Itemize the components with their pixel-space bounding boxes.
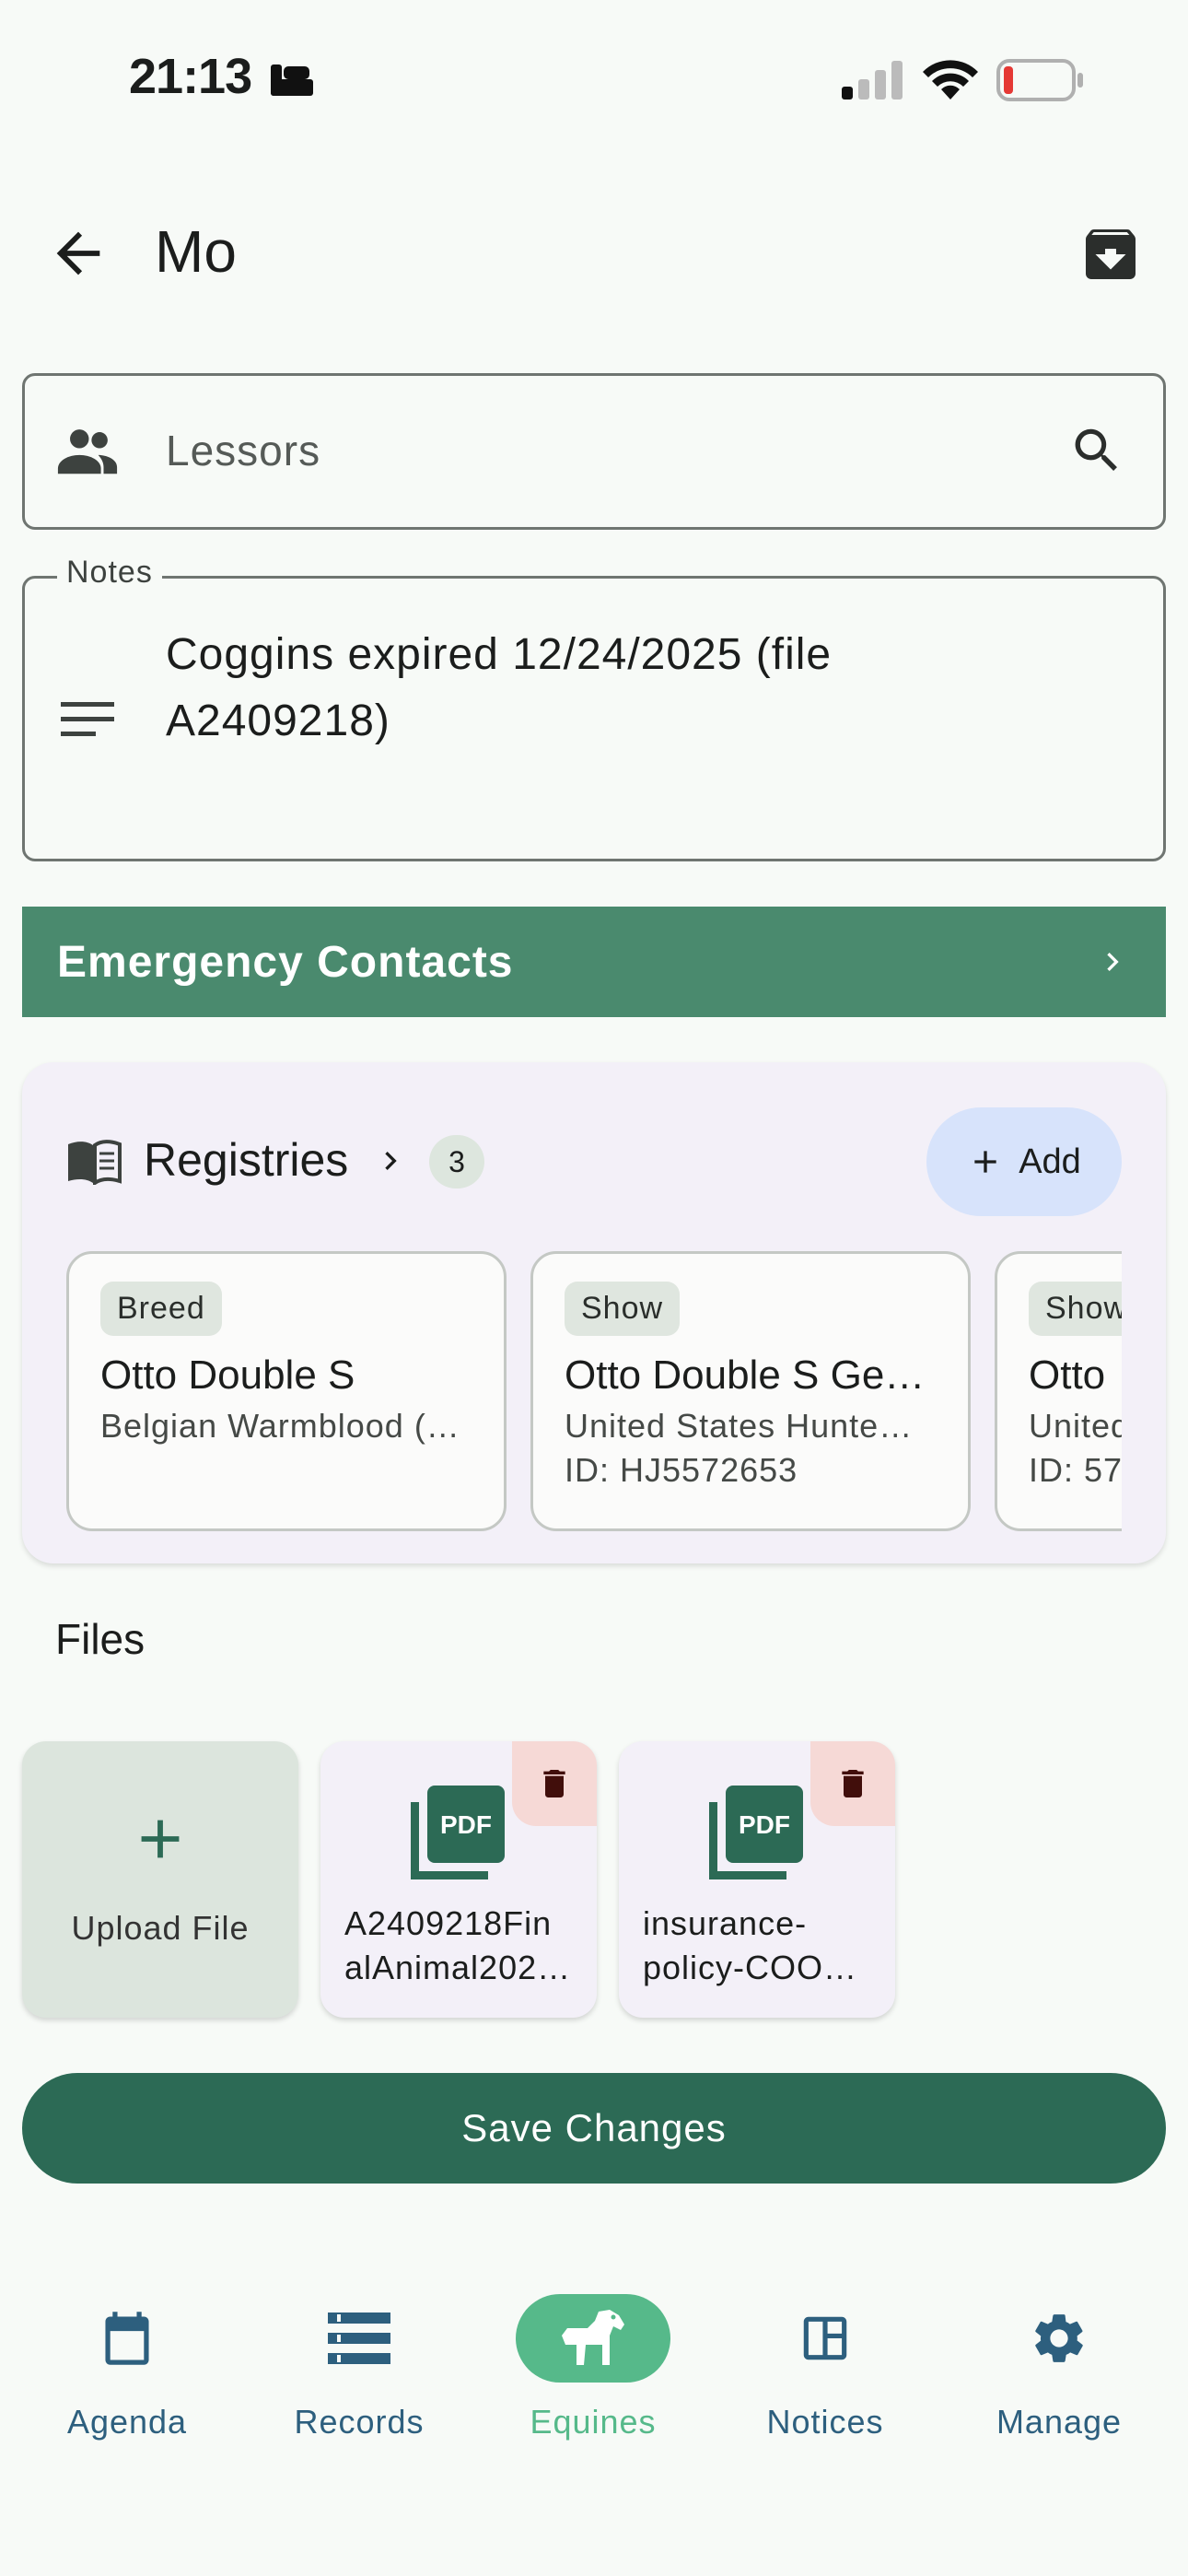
chevron-right-icon: [1107, 953, 1119, 971]
nav-item-agenda[interactable]: Agenda: [17, 2294, 238, 2441]
registries-title[interactable]: Registries: [144, 1133, 348, 1187]
trash-icon: [543, 1770, 565, 1797]
svg-text:PDF: PDF: [739, 1810, 790, 1839]
archive-icon: [1086, 229, 1136, 279]
nav-label-agenda: Agenda: [66, 2403, 188, 2441]
search-button[interactable]: [1068, 422, 1125, 484]
pdf-icon: PDF: [708, 1784, 805, 1884]
registry-card[interactable]: Breed Otto Double S Belgian Warmblood (…: [66, 1251, 507, 1531]
status-time: 21:13: [129, 49, 252, 104]
registries-count-badge: 3: [429, 1135, 484, 1188]
chevron-right-icon: [372, 1142, 409, 1184]
add-registry-button[interactable]: Add: [926, 1107, 1122, 1216]
emergency-contacts-label: Emergency Contacts: [57, 937, 514, 987]
upload-file-label: Upload File: [71, 1909, 250, 1947]
registry-card[interactable]: Show Otto Double S Ger… United States Hu…: [530, 1251, 971, 1531]
file-name-line-2: policy-COO…: [643, 1949, 858, 1986]
pdf-icon: PDF: [410, 1784, 507, 1884]
trash-icon: [842, 1770, 864, 1797]
svg-text:PDF: PDF: [440, 1810, 492, 1839]
cellular-signal-icon: [842, 61, 906, 106]
upload-file-button[interactable]: Upload File: [22, 1741, 298, 2018]
dashboard-icon: [803, 2316, 847, 2360]
save-changes-button[interactable]: Save Changes: [22, 2073, 1166, 2184]
file-name: A2409218Fin alAnimal202…: [344, 1902, 575, 1990]
nav-label-manage: Manage: [996, 2403, 1123, 2441]
arrow-left-icon: [56, 231, 100, 275]
registry-card[interactable]: Show Otto United ID: 57: [995, 1251, 1122, 1531]
file-name-line-1: insurance-: [643, 1904, 808, 1942]
nav-label-notices: Notices: [766, 2403, 884, 2441]
file-card[interactable]: PDF A2409218Fin alAnimal202…: [320, 1741, 597, 2018]
people-icon: [55, 422, 120, 482]
files-title: Files: [55, 1615, 146, 1663]
notes-icon: [61, 700, 114, 745]
registry-type-chip: Breed: [100, 1282, 222, 1336]
gear-icon: [1035, 2314, 1083, 2362]
file-name-line-1: A2409218Fin: [344, 1904, 553, 1942]
registry-org: Belgian Warmblood (…: [100, 1407, 460, 1445]
delete-file-button[interactable]: [512, 1741, 597, 1826]
page-title: Mo: [155, 218, 237, 285]
plus-icon: [974, 1151, 996, 1173]
horse-icon: [562, 2310, 624, 2365]
registry-name: Otto: [1029, 1352, 1106, 1398]
nav-label-equines: Equines: [530, 2403, 657, 2441]
registry-type-chip: Show: [1029, 1282, 1122, 1336]
book-icon: [66, 1139, 122, 1189]
registry-id: ID: HJ5572653: [565, 1451, 798, 1489]
add-registry-label: Add: [1019, 1142, 1081, 1181]
registry-org: United: [1029, 1407, 1122, 1445]
nav-item-records[interactable]: Records: [249, 2294, 470, 2441]
back-button[interactable]: [46, 221, 111, 286]
battery-icon: [996, 59, 1085, 106]
delete-file-button[interactable]: [810, 1741, 895, 1826]
notes-text[interactable]: Coggins expired 12/24/2025 (file A240921…: [166, 622, 1105, 755]
registry-name: Otto Double S: [100, 1352, 355, 1398]
registry-name: Otto Double S Ger…: [565, 1352, 937, 1398]
file-name: insurance- policy-COO…: [643, 1902, 873, 1990]
lessors-placeholder: Lessors: [166, 427, 321, 474]
nav-active-indicator: [516, 2294, 670, 2383]
registry-id: ID: 57: [1029, 1451, 1122, 1489]
notes-label: Notes: [57, 555, 162, 591]
emergency-contacts-bar[interactable]: Emergency Contacts: [22, 907, 1166, 1017]
nav-item-equines[interactable]: Equines: [483, 2294, 704, 2441]
wifi-icon: [921, 59, 980, 106]
plus-icon: [22, 1778, 298, 1895]
file-card[interactable]: PDF insurance- policy-COO…: [619, 1741, 895, 2018]
nav-item-notices[interactable]: Notices: [715, 2294, 936, 2441]
nav-item-manage[interactable]: Manage: [949, 2294, 1170, 2441]
file-name-line-2: alAnimal202…: [344, 1949, 572, 1986]
list-icon: [328, 2313, 390, 2364]
notes-line-2: A2409218): [166, 697, 390, 745]
archive-button[interactable]: [1077, 221, 1144, 287]
search-icon: [1075, 428, 1117, 471]
registries-list[interactable]: Breed Otto Double S Belgian Warmblood (……: [66, 1251, 1122, 1531]
notes-line-1: Coggins expired 12/24/2025 (file: [166, 630, 833, 679]
sleep-mode-icon: [269, 61, 315, 102]
nav-label-records: Records: [294, 2403, 425, 2441]
registry-org: United States Hunte…: [565, 1407, 914, 1445]
calendar-icon: [105, 2312, 149, 2365]
registry-type-chip: Show: [565, 1282, 681, 1336]
